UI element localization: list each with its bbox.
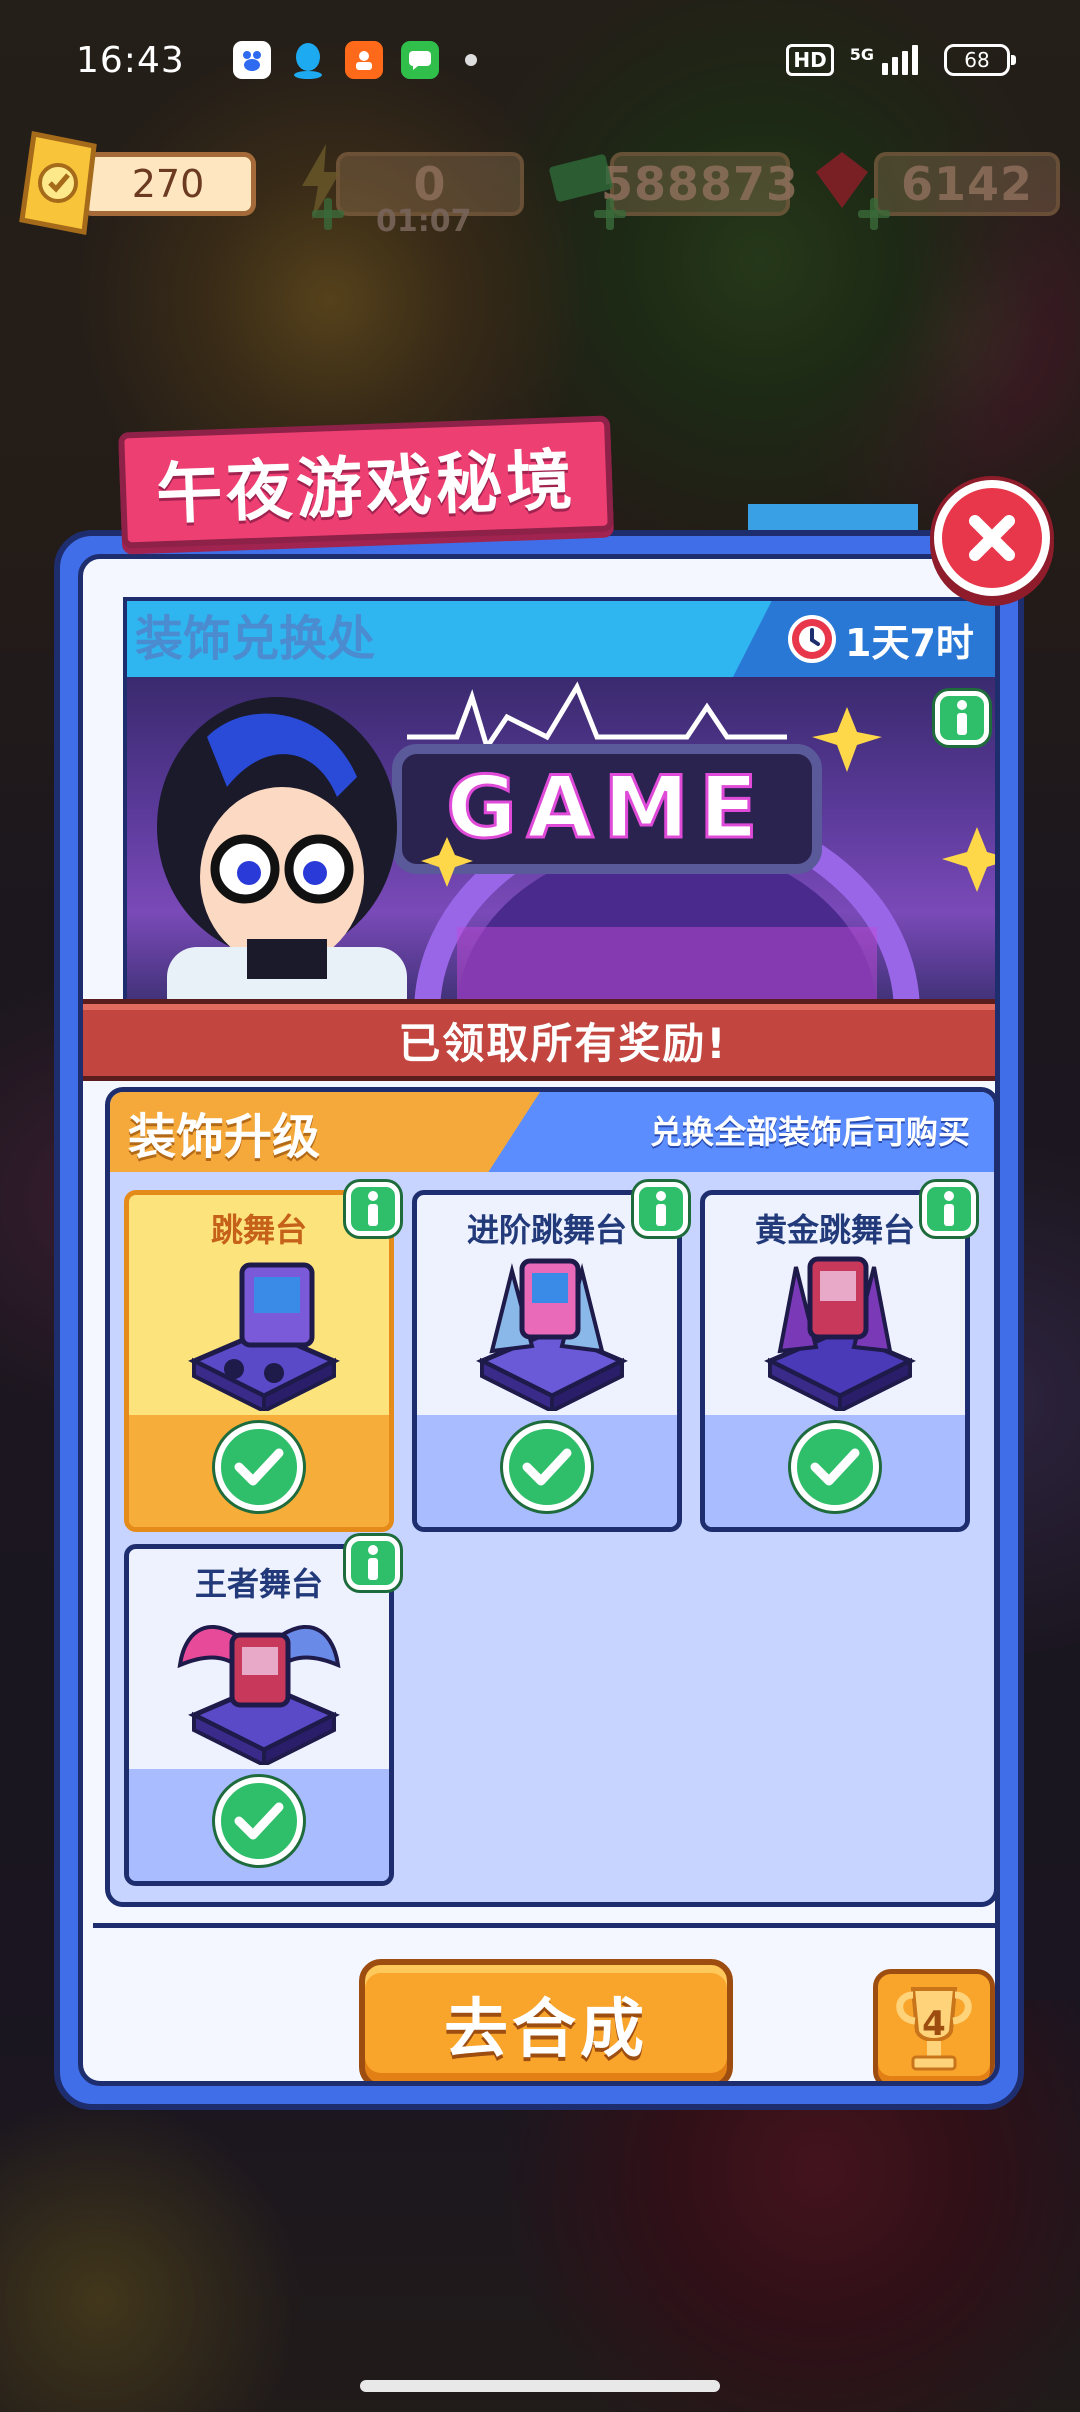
info-icon	[957, 700, 967, 735]
upgrade-title: 装饰升级	[128, 1109, 321, 1165]
check-icon	[791, 1423, 879, 1511]
energy-timer: 01:07	[376, 204, 472, 239]
go-merge-label: 去合成	[444, 1993, 648, 2067]
info-icon	[656, 1191, 666, 1226]
more-notifications-dot	[464, 54, 477, 66]
exchange-header: 装饰兑换处 1天7时	[123, 597, 995, 677]
card-status-area	[129, 1769, 389, 1881]
event-banner: GAME	[123, 677, 995, 1013]
status-right: HD 5G 68	[786, 44, 1016, 76]
info-icon	[944, 1191, 954, 1226]
notification-icons	[232, 41, 477, 79]
card-status-area	[129, 1415, 389, 1527]
add-gem-icon[interactable]	[856, 196, 892, 232]
trophy-button[interactable]: 4	[873, 1969, 995, 2081]
close-button[interactable]	[934, 480, 1050, 596]
upgrade-header: 装饰升级 兑换全部装饰后可购买	[110, 1092, 994, 1172]
ticket-icon	[19, 131, 97, 235]
banner-info-button[interactable]	[935, 691, 989, 745]
decoration-card[interactable]: 跳舞台	[124, 1190, 394, 1532]
decoration-upgrade-panel: 装饰升级 兑换全部装饰后可购买 跳舞台 进阶跳舞台 黄金跳舞台 王者舞台	[105, 1087, 995, 1907]
add-cash-icon[interactable]	[592, 196, 628, 232]
status-time: 16:43	[76, 39, 185, 81]
close-icon	[969, 515, 1015, 561]
king-stage-icon	[177, 1624, 341, 1765]
all-rewards-claimed-banner: 已领取所有奖励!	[83, 999, 995, 1081]
status-bar: 16:43 HD 5G 68	[0, 0, 1080, 120]
network-type: 5G	[849, 45, 874, 64]
divider	[93, 1923, 995, 1928]
baidu-app-icon	[232, 41, 271, 79]
timer-text: 1天7时	[845, 620, 974, 665]
check-icon	[215, 1423, 303, 1511]
card-status-area	[417, 1415, 677, 1527]
decoration-card[interactable]: 进阶跳舞台	[412, 1190, 682, 1532]
go-merge-button[interactable]: 去合成	[359, 1959, 733, 2081]
card-info-button[interactable]	[922, 1182, 976, 1236]
clock-icon	[788, 615, 836, 663]
event-title-ribbon: 午夜游戏秘境	[118, 415, 614, 549]
event-dialog: 装饰兑换处 1天7时 GAME 已领取所有奖励! 装饰升级 兑换全部装饰后可购买…	[54, 530, 1024, 2110]
upgrade-tab: 装饰升级	[110, 1092, 540, 1172]
taobao-app-icon	[344, 41, 383, 79]
cash-counter[interactable]: 588873	[601, 152, 798, 216]
card-info-button[interactable]	[634, 1182, 688, 1236]
signal-icon: 5G	[850, 45, 918, 75]
golden-dance-stage-icon	[764, 1256, 916, 1411]
event-timer: 1天7时	[733, 601, 995, 677]
battery-icon: 68	[944, 44, 1016, 76]
ticket-count: 270	[131, 162, 205, 206]
advanced-dance-stage-icon	[476, 1258, 628, 1411]
claimed-text: 已领取所有奖励!	[398, 1018, 728, 1068]
banner-art: GAME	[157, 681, 995, 1013]
game-sign-text: GAME	[446, 758, 767, 858]
trophy-count: 4	[922, 2004, 946, 2044]
check-icon	[215, 1777, 303, 1865]
dance-stage-icon	[188, 1262, 340, 1411]
ticket-counter[interactable]: 270	[80, 152, 256, 216]
card-status-area	[705, 1415, 965, 1527]
gem-counter[interactable]: 6142	[874, 152, 1060, 216]
add-energy-icon[interactable]	[310, 196, 346, 232]
cash-count: 588873	[600, 157, 800, 211]
event-title: 午夜游戏秘境	[154, 441, 578, 534]
home-indicator[interactable]	[360, 2380, 720, 2392]
info-icon	[368, 1191, 378, 1226]
energy-count: 0	[413, 157, 447, 211]
decoration-card[interactable]: 黄金跳舞台	[700, 1190, 970, 1532]
check-icon	[503, 1423, 591, 1511]
qq-icon	[289, 41, 327, 79]
card-info-button[interactable]	[346, 1182, 400, 1236]
gem-count: 6142	[900, 157, 1034, 211]
hd-badge: HD	[786, 44, 834, 76]
info-icon	[368, 1545, 378, 1580]
upgrade-hint: 兑换全部装饰后可购买	[649, 1113, 970, 1151]
wechat-icon	[400, 41, 439, 79]
decoration-card[interactable]: 王者舞台	[124, 1544, 394, 1886]
exchange-title: 装饰兑换处	[135, 611, 376, 667]
battery-level: 68	[964, 48, 990, 72]
card-info-button[interactable]	[346, 1536, 400, 1590]
dialog-panel: 装饰兑换处 1天7时 GAME 已领取所有奖励! 装饰升级 兑换全部装饰后可购买…	[78, 554, 1000, 2086]
